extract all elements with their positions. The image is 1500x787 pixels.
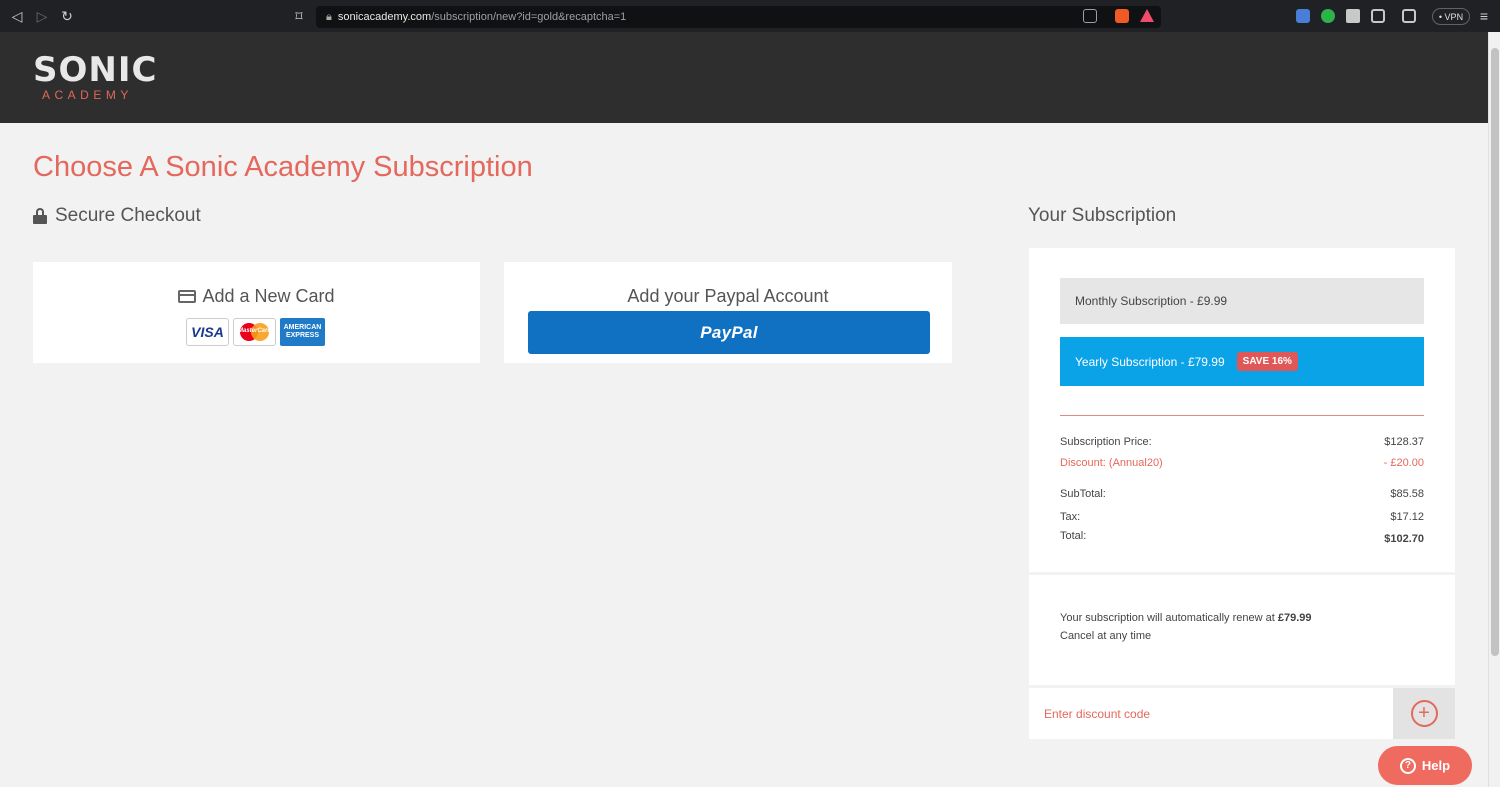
renewal-text: Your subscription will automatically ren… xyxy=(1060,609,1312,645)
subscription-price-row: Subscription Price: $128.37 xyxy=(1060,436,1424,448)
plus-icon: + xyxy=(1410,700,1438,727)
menu-icon[interactable]: ≡ xyxy=(1472,4,1496,28)
discount-value: - £20.00 xyxy=(1383,457,1424,469)
forward-icon[interactable]: ▷ xyxy=(30,4,54,28)
tax-row: Tax: $17.12 xyxy=(1060,511,1424,523)
discount-label: Discount: (Annual20) xyxy=(1060,457,1163,469)
help-button[interactable]: ? Help xyxy=(1378,746,1472,785)
paypal-button[interactable]: PayPal xyxy=(528,311,930,354)
bookmark-icon[interactable]: ⌑ xyxy=(287,4,311,28)
subtotal-row: SubTotal: $85.58 xyxy=(1060,488,1424,500)
total-row: Total: $102.70 xyxy=(1060,530,1424,545)
discount-code-input[interactable] xyxy=(1044,707,1344,721)
tax-label: Tax: xyxy=(1060,511,1081,523)
brave-rewards-icon[interactable] xyxy=(1140,9,1154,22)
yearly-plan-option[interactable]: Yearly Subscription - £79.99 SAVE 16% xyxy=(1060,337,1424,386)
logo-sub-text: ACADEMY xyxy=(42,88,133,102)
paypal-title: Add your Paypal Account xyxy=(627,286,829,306)
summary-divider xyxy=(1060,415,1424,416)
cancel-anytime-text: Cancel at any time xyxy=(1060,630,1152,642)
extension-icon[interactable] xyxy=(1321,9,1335,23)
reload-icon[interactable]: ↻ xyxy=(55,4,79,28)
subscription-price-value: $128.37 xyxy=(1384,436,1424,448)
lock-icon: 🔒︎ xyxy=(326,10,332,23)
question-mark-icon: ? xyxy=(1399,757,1416,774)
subscription-panel: Monthly Subscription - £9.99 Yearly Subs… xyxy=(1029,248,1455,572)
paypal-option: Add your Paypal Account PayPal xyxy=(504,262,952,363)
page-scrollbar[interactable] xyxy=(1488,32,1500,787)
amex-text: AMERICAN EXPRESS xyxy=(283,324,322,339)
subscription-price-label: Subscription Price: xyxy=(1060,436,1152,448)
discount-code-panel: + xyxy=(1029,688,1455,739)
page-title: Choose A Sonic Academy Subscription xyxy=(33,151,533,183)
wallet-icon[interactable] xyxy=(1402,9,1416,23)
your-subscription-heading: Your Subscription xyxy=(1028,205,1177,226)
renewal-price: £79.99 xyxy=(1277,612,1312,624)
puzzle-icon[interactable] xyxy=(1346,9,1360,23)
url-path: /subscription/new?id=gold&recaptcha=1 xyxy=(431,11,627,23)
amex-logo: AMERICAN EXPRESS xyxy=(280,318,325,346)
save-badge: SAVE 16% xyxy=(1236,352,1298,371)
tax-value: $17.12 xyxy=(1390,511,1424,523)
add-card-label: Add a New Card xyxy=(202,286,335,306)
renewal-message: Your subscription will automatically ren… xyxy=(1060,612,1275,624)
url-host: sonicacademy.com xyxy=(337,11,432,23)
mastercard-logo: MasterCard xyxy=(233,318,276,346)
secure-checkout-label: Secure Checkout xyxy=(55,205,201,226)
address-bar[interactable]: 🔒︎ sonicacademy.com/subscription/new?id=… xyxy=(316,6,1161,28)
visa-text: VISA xyxy=(191,324,224,340)
sidebar-icon[interactable] xyxy=(1371,9,1385,23)
share-icon[interactable] xyxy=(1083,9,1097,23)
credit-card-icon xyxy=(178,290,197,303)
monthly-plan-label: Monthly Subscription - £9.99 xyxy=(1075,294,1228,308)
discount-row: Discount: (Annual20) - £20.00 xyxy=(1060,457,1424,469)
yearly-plan-label: Yearly Subscription - £79.99 xyxy=(1075,354,1225,369)
secure-checkout-heading: Secure Checkout xyxy=(33,205,201,227)
help-label: Help xyxy=(1421,758,1451,773)
total-value: $102.70 xyxy=(1384,533,1424,545)
brave-shields-icon[interactable] xyxy=(1115,9,1129,23)
translate-extension-icon[interactable] xyxy=(1296,9,1310,23)
scrollbar-thumb[interactable] xyxy=(1491,48,1499,656)
monthly-plan-option[interactable]: Monthly Subscription - £9.99 xyxy=(1060,278,1424,324)
subtotal-value: $85.58 xyxy=(1390,488,1424,500)
total-label: Total: xyxy=(1060,530,1087,542)
add-card-option[interactable]: Add a New Card VISA MasterCard AMERICAN … xyxy=(33,262,480,363)
visa-logo: VISA xyxy=(186,318,229,346)
add-card-title: Add a New Card xyxy=(33,286,480,307)
padlock-icon xyxy=(33,208,47,224)
vpn-button[interactable]: • VPN xyxy=(1432,8,1470,25)
apply-discount-button[interactable]: + xyxy=(1393,688,1455,739)
card-brand-logos: VISA MasterCard AMERICAN EXPRESS xyxy=(186,318,325,346)
sonic-academy-logo[interactable]: SONIC ACADEMY xyxy=(33,50,163,102)
logo-main-text: SONIC xyxy=(33,50,158,90)
subtotal-label: SubTotal: xyxy=(1060,488,1106,500)
site-header: SONIC ACADEMY xyxy=(0,32,1488,123)
renewal-info-panel: Your subscription will automatically ren… xyxy=(1029,575,1455,685)
browser-toolbar: ◁ ▷ ↻ ⌑ 🔒︎ sonicacademy.com/subscription… xyxy=(0,0,1500,32)
back-icon[interactable]: ◁ xyxy=(5,4,29,28)
mastercard-text: MasterCard xyxy=(237,328,271,334)
